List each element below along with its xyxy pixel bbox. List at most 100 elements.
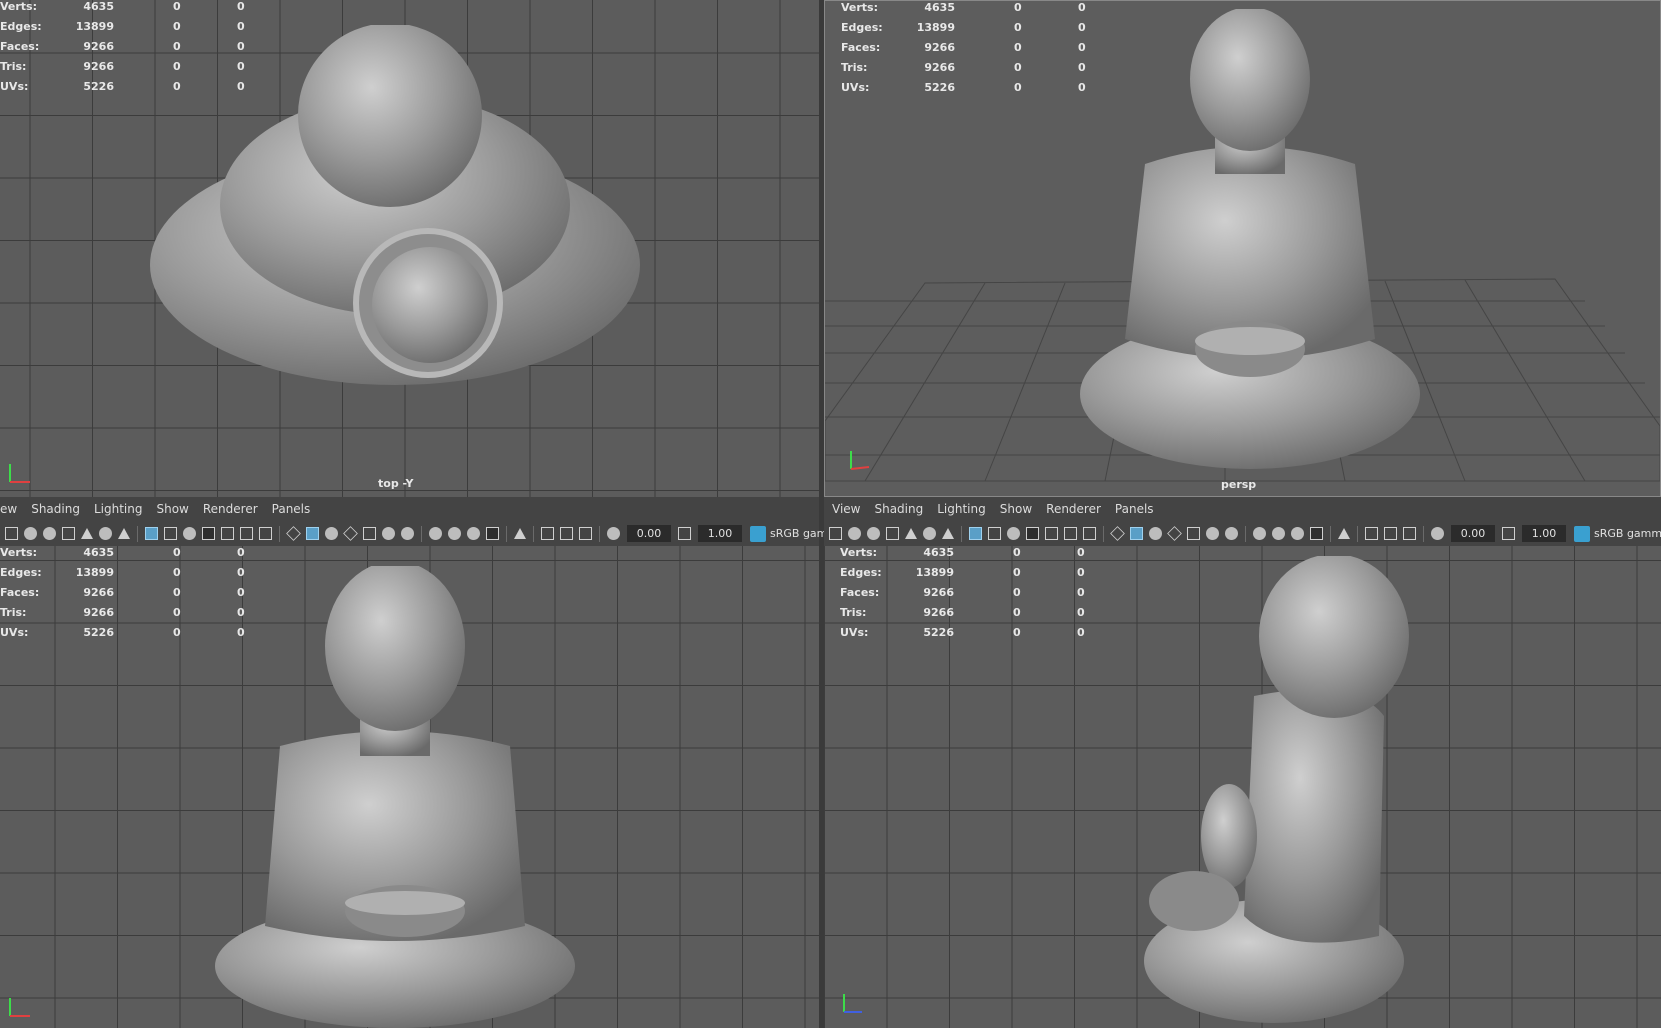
safe-action-icon[interactable] [240, 527, 253, 540]
hud-label: Faces: [841, 41, 881, 54]
safe-action-icon[interactable] [1064, 527, 1077, 540]
grease-pencil-icon[interactable] [923, 527, 936, 540]
exposure-icon[interactable] [1431, 527, 1444, 540]
safe-title-icon[interactable] [1083, 527, 1096, 540]
toolbar-separator [961, 525, 962, 542]
screen-space-ao-icon[interactable] [429, 527, 442, 540]
color-management-icon[interactable] [750, 525, 766, 542]
field-chart-icon[interactable] [1045, 527, 1058, 540]
toolbar-separator [1245, 525, 1246, 542]
monk-model-persp-view[interactable] [1075, 9, 1425, 479]
default-material-icon[interactable] [325, 527, 338, 540]
select-camera-icon[interactable] [5, 527, 18, 540]
film-gate-icon[interactable] [164, 527, 177, 540]
gate-mask-icon[interactable] [1026, 527, 1039, 540]
menu-show[interactable]: Show [156, 502, 188, 516]
smooth-shade-icon[interactable] [306, 527, 319, 540]
shadows-icon[interactable] [401, 527, 414, 540]
select-camera-icon[interactable] [829, 527, 842, 540]
viewport-persp[interactable]: Verts: 4635 0 0 Edges: 13899 0 0 Faces: 9266 0 0 … [824, 0, 1661, 497]
menu-show[interactable]: Show [1000, 502, 1032, 516]
isolate-select-icon[interactable] [1338, 528, 1350, 539]
exposure-field[interactable]: 0.00 [1451, 525, 1495, 542]
menu-shading[interactable]: Shading [31, 502, 80, 516]
menu-lighting[interactable]: Lighting [94, 502, 143, 516]
smooth-shade-icon[interactable] [1130, 527, 1143, 540]
xray-joints-icon[interactable] [1403, 527, 1416, 540]
menu-panels[interactable]: Panels [1115, 502, 1154, 516]
gamma-icon[interactable] [678, 527, 691, 540]
viewport-front[interactable]: Verts: 4635 0 0 Edges: 13899 0 0 Faces: 9266 0 0 … [0, 546, 819, 1028]
exposure-icon[interactable] [607, 527, 620, 540]
xray-active-icon[interactable] [1384, 527, 1397, 540]
gamma-field[interactable]: 1.00 [698, 525, 742, 542]
anti-aliasing-icon[interactable] [467, 527, 480, 540]
hud-value: 0 [1013, 626, 1021, 639]
grease-pencil-icon[interactable] [99, 527, 112, 540]
gamma-field[interactable]: 1.00 [1522, 525, 1566, 542]
menu-renderer[interactable]: Renderer [1046, 502, 1101, 516]
hud-label: Verts: [0, 0, 38, 13]
lights-icon[interactable] [1206, 527, 1219, 540]
motion-blur-icon[interactable] [448, 527, 461, 540]
menu-renderer[interactable]: Renderer [203, 502, 258, 516]
menu-lighting[interactable]: Lighting [937, 502, 986, 516]
menu-panels[interactable]: Panels [272, 502, 311, 516]
grid-icon[interactable] [969, 527, 982, 540]
2d-pan-zoom-icon[interactable] [905, 528, 917, 539]
camera-attributes-icon[interactable] [24, 527, 37, 540]
safe-title-icon[interactable] [259, 527, 272, 540]
depth-of-field-icon[interactable] [1310, 527, 1323, 540]
xray-icon[interactable] [541, 527, 554, 540]
wireframe-on-shaded-icon[interactable] [343, 526, 358, 541]
default-material-icon[interactable] [1149, 527, 1162, 540]
monk-model-side-view[interactable] [1134, 556, 1444, 1028]
resolution-gate-icon[interactable] [183, 527, 196, 540]
textured-icon[interactable] [363, 527, 376, 540]
xray-active-icon[interactable] [560, 527, 573, 540]
wireframe-icon[interactable] [1110, 526, 1125, 541]
draw-icon[interactable] [942, 528, 954, 539]
2d-pan-zoom-icon[interactable] [81, 528, 93, 539]
menu-view[interactable]: View [832, 502, 860, 516]
hud-row-tris: Tris: 9266 0 0 [0, 606, 260, 626]
gamma-icon[interactable] [1502, 527, 1515, 540]
image-plane-icon[interactable] [886, 527, 899, 540]
screen-space-ao-icon[interactable] [1253, 527, 1266, 540]
hud-row-edges: Edges: 13899 0 0 [0, 20, 260, 40]
film-gate-icon[interactable] [988, 527, 1001, 540]
field-chart-icon[interactable] [221, 527, 234, 540]
xray-icon[interactable] [1365, 527, 1378, 540]
motion-blur-icon[interactable] [1272, 527, 1285, 540]
shadows-icon[interactable] [1225, 527, 1238, 540]
textured-icon[interactable] [1187, 527, 1200, 540]
viewport-side[interactable]: Verts: 4635 0 0 Edges: 13899 0 0 Faces: 9266 0 0 … [824, 546, 1661, 1028]
isolate-select-icon[interactable] [514, 528, 526, 539]
anti-aliasing-icon[interactable] [1291, 527, 1304, 540]
wireframe-on-shaded-icon[interactable] [1167, 526, 1182, 541]
color-management-icon[interactable] [1574, 525, 1590, 542]
menu-view[interactable]: ew [0, 502, 17, 516]
xray-joints-icon[interactable] [579, 527, 592, 540]
lights-icon[interactable] [382, 527, 395, 540]
image-plane-icon[interactable] [62, 527, 75, 540]
hud-value: 0 [1077, 586, 1085, 599]
bookmark-icon[interactable] [867, 527, 880, 540]
depth-of-field-icon[interactable] [486, 527, 499, 540]
hud-label: Verts: [840, 546, 878, 559]
resolution-gate-icon[interactable] [1007, 527, 1020, 540]
camera-attributes-icon[interactable] [848, 527, 861, 540]
grid-icon[interactable] [145, 527, 158, 540]
bookmark-icon[interactable] [43, 527, 56, 540]
color-space-dropdown[interactable]: sRGB gamm [1594, 527, 1661, 540]
camera-label-top: top -Y [378, 477, 414, 490]
viewport-top[interactable]: Verts: 4635 0 0 Edges: 13899 0 0 Faces: 9266 0 0 … [0, 0, 819, 497]
panel-toolbar-left: ew Shading Lighting Show Renderer Panels [0, 497, 838, 546]
wireframe-icon[interactable] [286, 526, 301, 541]
menu-shading[interactable]: Shading [874, 502, 923, 516]
exposure-field[interactable]: 0.00 [627, 525, 671, 542]
gate-mask-icon[interactable] [202, 527, 215, 540]
monk-model-front-view[interactable] [210, 566, 580, 1028]
hud-value: 9266 [83, 60, 114, 73]
draw-icon[interactable] [118, 528, 130, 539]
